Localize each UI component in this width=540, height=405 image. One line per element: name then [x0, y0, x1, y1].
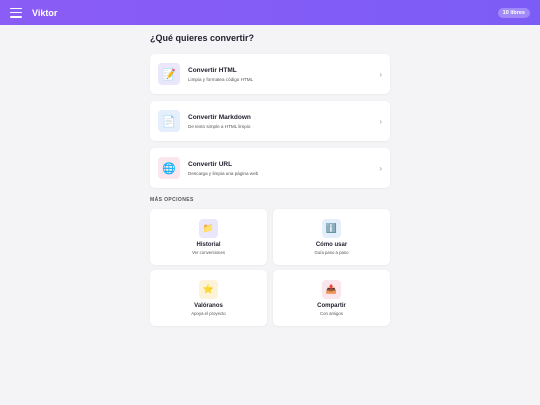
card-title: Convertir HTML: [188, 66, 237, 74]
app-title: Viktor: [32, 7, 58, 18]
memo-icon: 📝: [158, 63, 180, 85]
tile-title: Valóranos: [194, 303, 223, 309]
tile-title: Historial: [196, 242, 221, 248]
tile-subtitle: Con amigos: [320, 311, 343, 316]
convert-markdown-card[interactable]: 📄 Convertir Markdown De texto simple a H…: [150, 101, 390, 141]
options-grid: 📁 Historial Ver conversiones ℹ️ Cómo usa…: [150, 209, 390, 326]
document-icon: 📄: [158, 110, 180, 132]
convert-url-card[interactable]: 🌐 Convertir URL Descarga y limpia una pá…: [150, 148, 390, 188]
how-to-use-tile[interactable]: ℹ️ Cómo usar Guía paso a paso: [273, 209, 390, 265]
tile-title: Compartir: [317, 303, 346, 309]
card-subtitle: Limpia y formatea código HTML: [188, 76, 254, 82]
tile-subtitle: Apoya el proyecto: [191, 311, 226, 316]
hamburger-menu-icon[interactable]: [10, 7, 22, 18]
star-icon: ⭐: [199, 280, 218, 299]
chevron-right-icon: ›: [379, 163, 382, 173]
globe-icon: 🌐: [158, 157, 180, 179]
chevron-right-icon: ›: [379, 69, 382, 79]
credits-badge: 10 libres: [497, 7, 530, 18]
share-tile[interactable]: 📤 Compartir Con amigos: [273, 270, 390, 326]
top-bar: Viktor 10 libres: [0, 0, 540, 25]
history-tile[interactable]: 📁 Historial Ver conversiones: [150, 209, 267, 265]
convert-html-card[interactable]: 📝 Convertir HTML Limpia y formatea códig…: [150, 54, 390, 94]
tile-title: Cómo usar: [315, 242, 348, 248]
tile-subtitle: Guía paso a paso: [314, 250, 349, 255]
page-title: ¿Qué quieres convertir?: [150, 33, 255, 43]
card-subtitle: Descarga y limpia una página web: [188, 170, 259, 176]
tile-subtitle: Ver conversiones: [192, 250, 225, 255]
main-content: ¿Qué quieres convertir? 📝 Convertir HTML…: [150, 25, 390, 326]
info-icon: ℹ️: [322, 219, 341, 238]
rate-us-tile[interactable]: ⭐ Valóranos Apoya el proyecto: [150, 270, 267, 326]
card-title: Convertir Markdown: [188, 113, 251, 121]
card-subtitle: De texto simple a HTML limpio: [188, 123, 251, 129]
chevron-right-icon: ›: [379, 116, 382, 126]
card-title: Convertir URL: [188, 160, 233, 168]
share-icon: 📤: [322, 280, 341, 299]
more-options-label: MÁS OPCIONES: [150, 197, 194, 203]
folder-icon: 📁: [199, 219, 218, 238]
